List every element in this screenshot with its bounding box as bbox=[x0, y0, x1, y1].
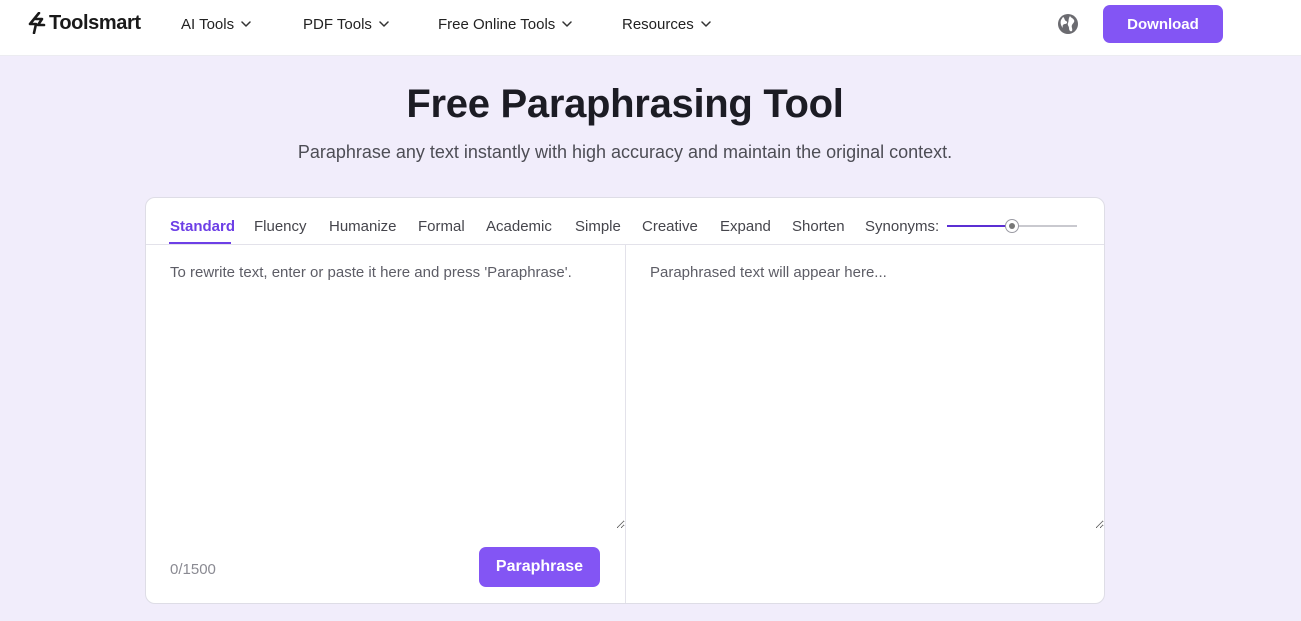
slider-fill bbox=[947, 225, 1012, 227]
page-title: Free Paraphrasing Tool bbox=[406, 82, 844, 126]
output-textarea[interactable] bbox=[626, 246, 1104, 529]
tab-formal[interactable]: Formal bbox=[418, 218, 465, 235]
tab-academic[interactable]: Academic bbox=[486, 218, 552, 235]
tab-humanize[interactable]: Humanize bbox=[329, 218, 397, 235]
character-counter: 0/1500 bbox=[170, 561, 216, 578]
globe-icon[interactable] bbox=[1056, 12, 1080, 36]
nav-resources[interactable]: Resources bbox=[622, 14, 711, 34]
top-header: Toolsmart AI Tools PDF Tools Free Online… bbox=[0, 0, 1301, 56]
tab-creative[interactable]: Creative bbox=[642, 218, 698, 235]
chevron-down-icon bbox=[379, 21, 389, 27]
tab-shorten[interactable]: Shorten bbox=[792, 218, 845, 235]
nav-label: Free Online Tools bbox=[438, 15, 556, 33]
synonyms-slider[interactable] bbox=[947, 217, 1077, 235]
download-button[interactable]: Download bbox=[1103, 5, 1223, 43]
chevron-down-icon bbox=[241, 21, 251, 27]
paraphraser-card: Standard Fluency Humanize Formal Academi… bbox=[145, 197, 1105, 604]
nav-label: Resources bbox=[622, 15, 694, 33]
logo[interactable]: Toolsmart bbox=[28, 11, 141, 35]
tab-simple[interactable]: Simple bbox=[575, 218, 621, 235]
nav-free-online-tools[interactable]: Free Online Tools bbox=[438, 14, 573, 34]
nav-ai-tools[interactable]: AI Tools bbox=[181, 14, 251, 34]
chevron-down-icon bbox=[700, 21, 711, 27]
nav-pdf-tools[interactable]: PDF Tools bbox=[303, 14, 389, 34]
nav-label: AI Tools bbox=[181, 15, 235, 33]
page-subtitle: Paraphrase any text instantly with high … bbox=[297, 142, 953, 162]
active-tab-indicator bbox=[169, 242, 231, 244]
toolsmart-logo-icon bbox=[28, 12, 46, 34]
tab-fluency[interactable]: Fluency bbox=[254, 218, 307, 235]
nav-label: PDF Tools bbox=[303, 15, 372, 33]
tab-standard[interactable]: Standard bbox=[170, 218, 235, 235]
synonyms-label: Synonyms: bbox=[865, 218, 940, 235]
mode-tabs: Standard Fluency Humanize Formal Academi… bbox=[146, 198, 1104, 245]
slider-handle[interactable] bbox=[1005, 219, 1019, 233]
chevron-down-icon bbox=[562, 21, 573, 27]
paraphrase-button[interactable]: Paraphrase bbox=[479, 547, 600, 587]
input-textarea[interactable] bbox=[146, 246, 625, 529]
tab-expand[interactable]: Expand bbox=[720, 218, 771, 235]
logo-text: Toolsmart bbox=[49, 11, 141, 34]
